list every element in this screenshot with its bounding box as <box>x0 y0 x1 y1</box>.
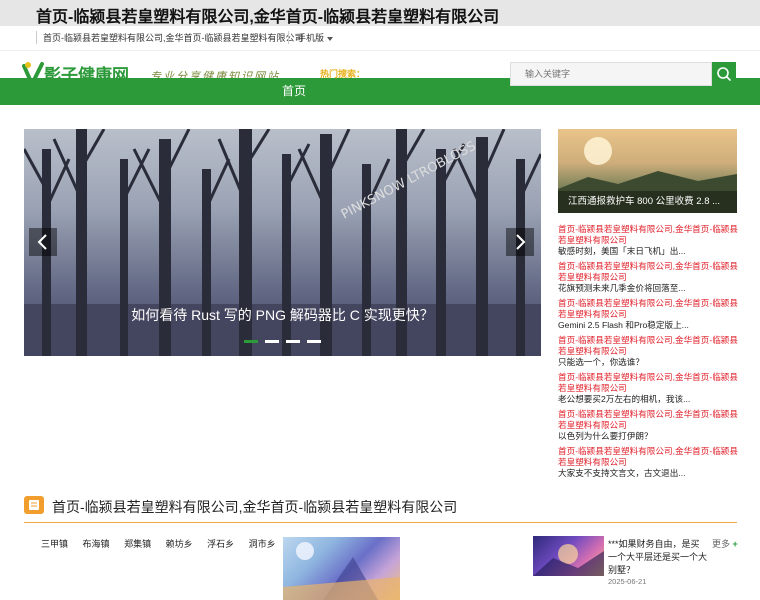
slider-dot[interactable] <box>307 340 321 343</box>
news-title[interactable]: 首页-临颍县若皇塑料有限公司,金华首页-临颍县若皇塑料有限公司 <box>558 335 738 357</box>
plus-icon: + <box>732 539 738 549</box>
news-title[interactable]: 首页-临颍县若皇塑料有限公司,金华首页-临颍县若皇塑料有限公司 <box>558 372 738 394</box>
breadcrumb[interactable]: 首页-临颍县若皇塑料有限公司,金华首页-临颍县若皇塑料有限公司 <box>36 31 304 44</box>
news-title[interactable]: 首页-临颍县若皇塑料有限公司,金华首页-临颍县若皇塑料有限公司 <box>558 224 738 246</box>
header-divider <box>0 50 760 51</box>
note-icon <box>24 496 44 514</box>
side-feature-caption: 江西通报救护车 800 公里收费 2.8 ... <box>558 191 737 213</box>
news-title[interactable]: 首页-临颍县若皇塑料有限公司,金华首页-临颍县若皇塑料有限公司 <box>558 409 738 431</box>
search-button[interactable] <box>712 62 736 86</box>
slider-prev-button[interactable] <box>29 228 57 256</box>
more-label: 更多 <box>712 539 731 549</box>
slider-dot[interactable] <box>244 340 258 343</box>
section-thumbnail[interactable] <box>283 537 400 600</box>
tag-item[interactable]: 洞市乡 <box>249 539 276 549</box>
news-desc[interactable]: Gemini 2.5 Flash 和Pro稳定版上... <box>558 320 738 331</box>
section-divider <box>24 522 737 523</box>
news-desc[interactable]: 只能选一个，你选谁？ <box>558 357 738 368</box>
page-title-bar: 首页-临颍县若皇塑料有限公司,金华首页-临颍县若皇塑料有限公司 <box>0 0 760 26</box>
section-title: 首页-临颍县若皇塑料有限公司,金华首页-临颍县若皇塑料有限公司 <box>52 499 458 515</box>
news-title[interactable]: 首页-临颍县若皇塑料有限公司,金华首页-临颍县若皇塑料有限公司 <box>558 298 738 320</box>
chevron-right-icon <box>516 234 526 250</box>
search-box <box>510 62 736 86</box>
search-input[interactable] <box>510 62 712 86</box>
tag-item[interactable]: 郑集镇 <box>124 539 151 549</box>
search-icon <box>717 67 731 81</box>
thumbnail-image <box>283 542 400 600</box>
article-thumbnail-image <box>533 544 604 576</box>
slider-dot[interactable] <box>265 340 279 343</box>
chevron-left-icon <box>37 234 47 250</box>
tag-list: 三甲镇 布海镇 郑集镇 赖坊乡 浮石乡 洞市乡 <box>41 537 288 550</box>
hero-slider[interactable]: PINKSNOW LTROBLOSS 如何看待 Rust 写的 PNG 解码器比… <box>24 129 541 356</box>
tag-item[interactable]: 浮石乡 <box>207 539 234 549</box>
mobile-version-link[interactable]: 手机版 <box>288 31 334 44</box>
tag-item[interactable]: 三甲镇 <box>41 539 68 549</box>
more-link[interactable]: 更多 + <box>712 537 738 550</box>
news-desc[interactable]: 大家支不支持文言文，古文退出... <box>558 468 738 479</box>
caret-down-icon <box>327 36 334 41</box>
tag-item[interactable]: 布海镇 <box>83 539 110 549</box>
top-bar: 首页-临颍县若皇塑料有限公司,金华首页-临颍县若皇塑料有限公司 手机版 <box>0 26 760 48</box>
news-title[interactable]: 首页-临颍县若皇塑料有限公司,金华首页-临颍县若皇塑料有限公司 <box>558 261 738 283</box>
mobile-version-label: 手机版 <box>297 33 325 43</box>
news-title[interactable]: 首页-临颍县若皇塑料有限公司,金华首页-临颍县若皇塑料有限公司 <box>558 446 738 468</box>
svg-text:PINKSNOW LTROBLOSS: PINKSNOW LTROBLOSS <box>339 139 479 223</box>
article-thumbnail[interactable] <box>533 536 604 576</box>
slider-caption[interactable]: 如何看待 Rust 写的 PNG 解码器比 C 实现更快？ <box>24 305 541 325</box>
hot-search-label: 热门搜索： <box>320 69 366 79</box>
tag-item[interactable]: 赖坊乡 <box>166 539 193 549</box>
slider-dot[interactable] <box>286 340 300 343</box>
news-desc[interactable]: 以色列为什么要打伊朗？ <box>558 431 738 442</box>
news-desc[interactable]: 老公想要买2万左右的相机，我该... <box>558 394 738 405</box>
news-desc[interactable]: 花旗预测未来几季金价将回落至... <box>558 283 738 294</box>
slider-next-button[interactable] <box>506 228 534 256</box>
nav-item-home[interactable]: 首页 <box>270 78 318 105</box>
article-title[interactable]: ***如果财务自由，是买一个大平层还是买一个大别墅？ <box>608 538 708 577</box>
side-feature[interactable]: 江西通报救护车 800 公里收费 2.8 ... <box>558 129 737 213</box>
article-date: 2025-06-21 <box>608 577 647 586</box>
page-title: 首页-临颍县若皇塑料有限公司,金华首页-临颍县若皇塑料有限公司 <box>36 9 500 26</box>
news-desc[interactable]: 敏感时刻，美国「末日飞机」出... <box>558 246 738 257</box>
